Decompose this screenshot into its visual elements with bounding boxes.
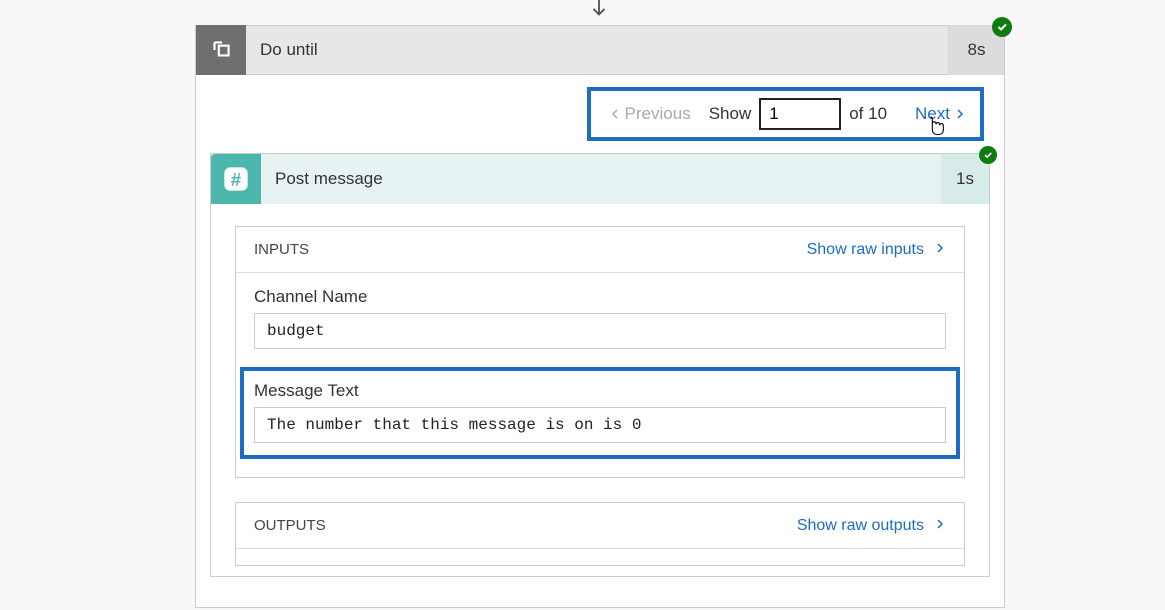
success-badge-icon — [979, 146, 997, 164]
chevron-right-icon — [934, 239, 946, 260]
do-until-icon — [196, 25, 246, 75]
inputs-section: INPUTS Show raw inputs Channel Name budg… — [235, 226, 965, 478]
show-raw-outputs-label: Show raw outputs — [797, 517, 924, 535]
inputs-header: INPUTS Show raw inputs — [236, 227, 964, 273]
pager-wrap: Previous Show of 10 Next — [196, 75, 1004, 153]
do-until-body: Previous Show of 10 Next — [195, 75, 1005, 608]
show-raw-inputs-link[interactable]: Show raw inputs — [807, 239, 946, 260]
outputs-section: OUTPUTS Show raw outputs — [235, 502, 965, 566]
chevron-right-icon — [934, 515, 946, 536]
pager-page-input[interactable] — [759, 98, 841, 130]
outputs-heading: OUTPUTS — [254, 517, 326, 534]
post-message-title: Post message — [261, 169, 941, 189]
flow-arrow-down-icon — [588, 0, 610, 26]
do-until-title: Do until — [246, 40, 948, 60]
channel-name-label: Channel Name — [254, 287, 946, 307]
success-badge-icon — [992, 17, 1012, 37]
post-message-header[interactable]: # Post message 1s — [211, 154, 989, 204]
show-raw-outputs-link[interactable]: Show raw outputs — [797, 515, 946, 536]
pager-previous-label: Previous — [625, 104, 691, 124]
pager-highlight: Previous Show of 10 Next — [587, 87, 984, 141]
pager-show-label: Show — [709, 104, 752, 124]
message-text-value: The number that this message is on is 0 — [254, 407, 946, 443]
outputs-header: OUTPUTS Show raw outputs — [236, 503, 964, 549]
do-until-header[interactable]: Do until 8s — [195, 25, 1005, 75]
message-text-label: Message Text — [254, 381, 946, 401]
channel-name-value: budget — [254, 313, 946, 349]
hash-icon: # — [211, 154, 261, 204]
flow-container: Do until 8s Previous Show of 10 Next — [195, 25, 1005, 608]
post-message-body: INPUTS Show raw inputs Channel Name budg… — [211, 204, 989, 576]
pager-of-text: of 10 — [849, 104, 887, 124]
post-message-card: # Post message 1s INPUTS Show raw inputs — [210, 153, 990, 577]
pager-next-label: Next — [915, 104, 950, 124]
message-text-highlight: Message Text The number that this messag… — [240, 367, 960, 459]
show-raw-inputs-label: Show raw inputs — [807, 241, 924, 259]
pager-previous-button: Previous — [609, 104, 691, 124]
svg-text:#: # — [231, 169, 242, 190]
inputs-content: Channel Name budget Message Text The num… — [236, 273, 964, 477]
inputs-heading: INPUTS — [254, 241, 309, 258]
pager-next-button[interactable]: Next — [915, 104, 966, 124]
